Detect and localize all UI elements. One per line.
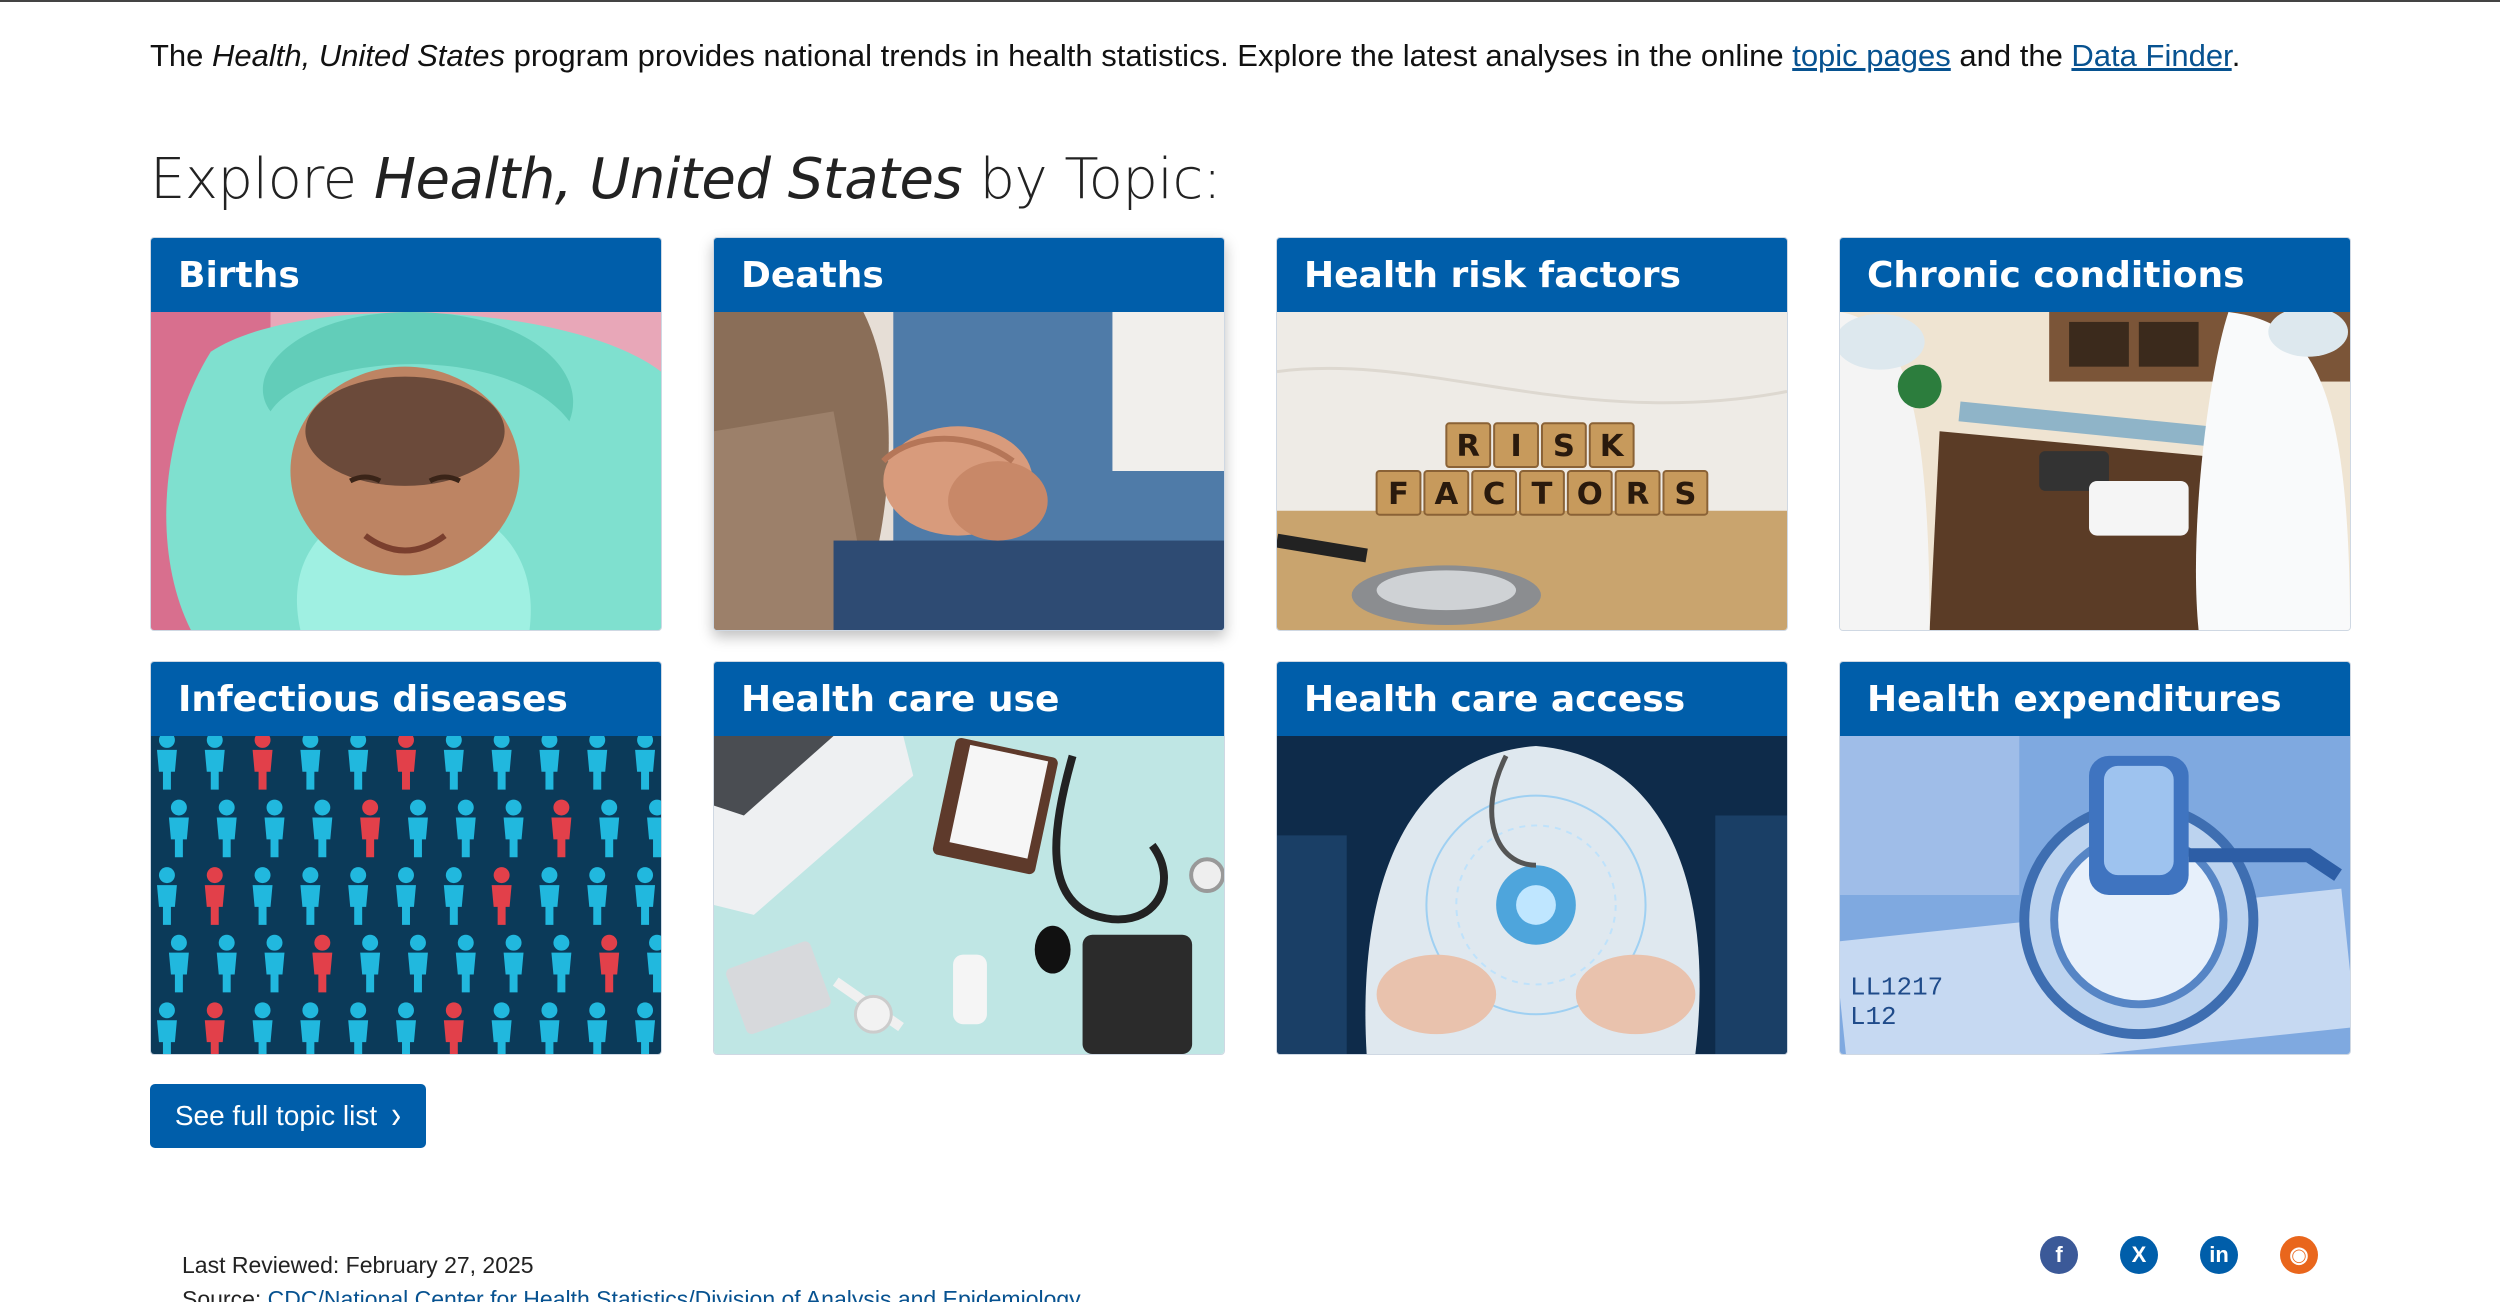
explore-by-topic-heading: Explore Health, United States by Topic: <box>150 145 1222 215</box>
topic-card-chronic-conditions[interactable]: Chronic conditions <box>1839 237 2351 631</box>
intro-text-between: and the <box>1950 38 2072 73</box>
letter-block-text: K <box>1600 429 1625 464</box>
topic-card-title: Infectious diseases <box>151 662 661 736</box>
topic-card-health-risk-factors[interactable]: Health risk factors RISK FACTORS <box>1276 237 1788 631</box>
letter-block-text: R <box>1456 429 1480 464</box>
banknote-number-text: L12 <box>1850 1002 1897 1032</box>
topic-card-health-expenditures[interactable]: Health expenditures LL1217 L12 <box>1839 661 2351 1055</box>
letter-block-text: I <box>1510 429 1521 464</box>
stethoscope-money-photo: LL1217 L12 <box>1840 736 2350 1054</box>
topic-card-title: Deaths <box>714 238 1224 312</box>
heading-text: Explore <box>150 147 374 212</box>
topic-grid: Births Deaths Health risk factors R I S … <box>150 237 2351 1055</box>
heading-text-end: by Topic: <box>962 147 1222 212</box>
letter-block-text: R <box>1626 477 1650 512</box>
heading-publication-name: Health, United States <box>373 147 963 212</box>
topic-card-health-care-use[interactable]: Health care use <box>713 661 1225 1055</box>
topic-card-title: Health expenditures <box>1840 662 2350 736</box>
last-reviewed-text: Last Reviewed: February 27, 2025 <box>182 1252 534 1278</box>
linkedin-icon[interactable]: in <box>2200 1236 2238 1274</box>
topic-card-title: Health care access <box>1277 662 1787 736</box>
letter-block-text: C <box>1483 477 1506 512</box>
letter-block-text: F <box>1388 477 1409 512</box>
topic-card-title: Health risk factors <box>1277 238 1787 312</box>
topic-card-infectious-diseases[interactable]: Infectious diseases <box>150 661 662 1055</box>
intro-text: The <box>150 38 213 73</box>
people-figures-photo <box>151 736 661 1054</box>
source-label: Source: <box>182 1286 268 1302</box>
letter-block-text: S <box>1674 477 1696 512</box>
topic-card-deaths[interactable]: Deaths <box>713 237 1225 631</box>
intro-paragraph: The Health, United States program provid… <box>150 32 2400 80</box>
data-finder-link[interactable]: Data Finder <box>2071 38 2231 73</box>
x-twitter-icon[interactable]: X <box>2120 1236 2158 1274</box>
topic-card-title: Health care use <box>714 662 1224 736</box>
medical-desk-photo <box>714 736 1224 1054</box>
intro-text-middle: program provides national trends in heal… <box>504 38 1793 73</box>
blood-pressure-check-photo <box>1840 312 2350 630</box>
chevron-right-icon: › <box>391 1093 402 1137</box>
page-metadata: Last Reviewed: February 27, 2025 Source:… <box>182 1248 1081 1302</box>
banknote-serial-text: LL1217 <box>1850 972 1943 1002</box>
letter-block-text: A <box>1434 477 1458 512</box>
digital-health-hands-photo <box>1277 736 1787 1054</box>
top-divider <box>0 0 2500 2</box>
facebook-icon[interactable]: f <box>2040 1236 2078 1274</box>
intro-publication-name: Health, United States <box>212 38 505 73</box>
syndication-icon[interactable]: ◉ <box>2280 1236 2318 1274</box>
source-line: Source: CDC/National Center for Health S… <box>182 1282 1081 1302</box>
topic-card-title: Chronic conditions <box>1840 238 2350 312</box>
button-label: See full topic list <box>174 1100 378 1131</box>
holding-hands-photo <box>714 312 1224 630</box>
social-share-icons: f X in ◉ <box>2040 1236 2318 1274</box>
source-link[interactable]: CDC/National Center for Health Statistic… <box>268 1286 1081 1302</box>
letter-block-text: O <box>1577 477 1603 512</box>
topic-pages-link[interactable]: topic pages <box>1792 38 1951 73</box>
intro-text-end: . <box>2231 38 2241 73</box>
see-full-topic-list-button[interactable]: See full topic list › <box>150 1084 426 1148</box>
topic-card-births[interactable]: Births <box>150 237 662 631</box>
letter-block-text: T <box>1532 477 1553 512</box>
topic-card-health-care-access[interactable]: Health care access <box>1276 661 1788 1055</box>
letter-block-text: S <box>1553 429 1575 464</box>
risk-factors-blocks-photo: RISK FACTORS <box>1277 312 1787 630</box>
newborn-baby-photo <box>151 312 661 630</box>
topic-card-title: Births <box>151 238 661 312</box>
